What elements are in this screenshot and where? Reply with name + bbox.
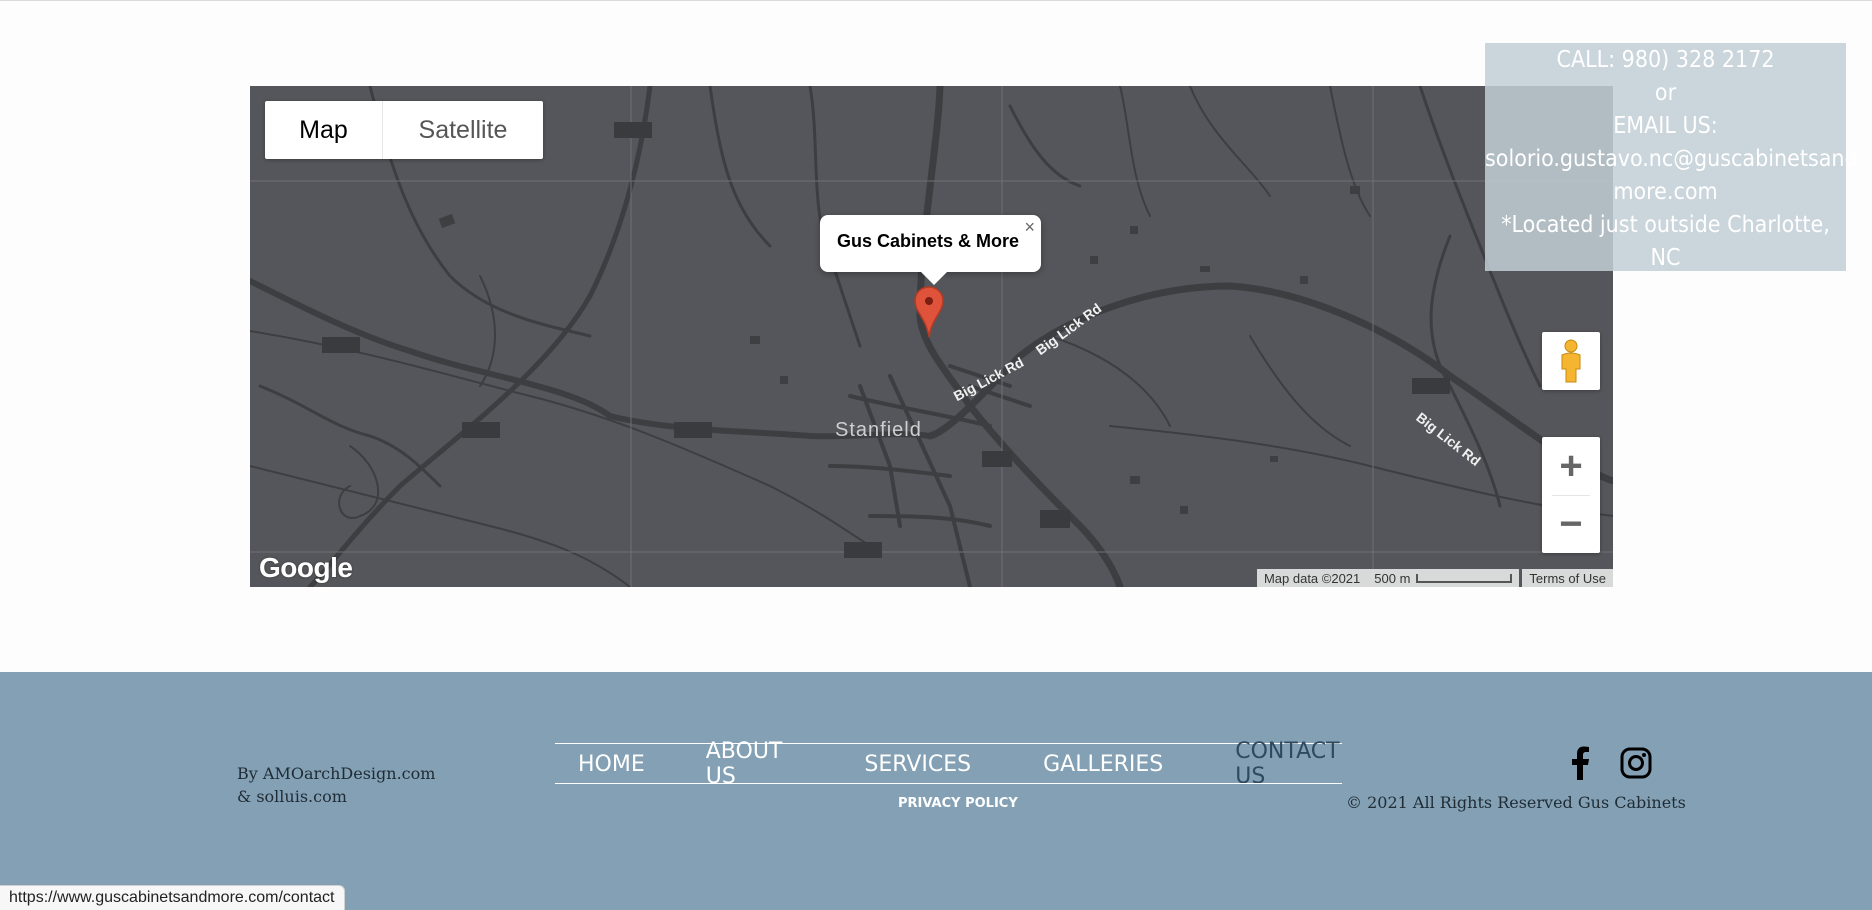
map-data-label: Map data ©2021 [1263,570,1361,586]
map-attribution: Map data ©2021 500 m Terms of Use [1256,569,1613,587]
close-icon[interactable]: × [1024,217,1035,238]
info-window: Gus Cabinets & More × [820,215,1041,285]
phone-text[interactable]: CALL: 980) 328 2172 [1485,44,1846,77]
nav-services[interactable]: SERVICES [864,748,971,780]
facebook-icon [1572,746,1589,780]
facebook-link[interactable] [1563,746,1597,780]
nav-galleries[interactable]: GALLERIES [1043,748,1163,780]
info-window-tail [920,271,948,285]
scale-bar [1416,573,1513,583]
zoom-control: + − [1542,437,1600,553]
map-pin-icon[interactable] [914,286,944,338]
nav-contact-us[interactable]: CONTACT US [1235,739,1343,789]
map-type-control: Map Satellite [265,101,543,159]
zoom-out-button[interactable]: − [1542,495,1600,553]
email-link-line1[interactable]: solorio.gustavo.nc@guscabinetsand [1485,143,1858,176]
credit-link-solluis[interactable]: & solluis.com [237,785,435,808]
terms-of-use-link[interactable]: Terms of Use [1522,569,1613,587]
zoom-divider [1552,495,1590,496]
info-window-title: Gus Cabinets & More [837,231,1020,251]
email-label: EMAIL US: [1613,113,1718,139]
nav-home[interactable]: HOME [578,748,645,780]
site-credits: By AMOarchDesign.com & solluis.com [237,762,435,808]
nav-about-us[interactable]: ABOUT US [706,739,793,789]
place-label-stanfield: Stanfield [835,419,922,441]
footer-nav: HOME ABOUT US SERVICES GALLERIES CONTACT… [556,739,1343,789]
social-links [1563,746,1653,780]
satellite-view-button[interactable]: Satellite [383,101,543,159]
google-logo[interactable]: Google [259,552,353,584]
contact-info-box: CALL: 980) 328 2172 or EMAIL US: solorio… [1485,43,1858,271]
zoom-in-button[interactable]: + [1542,437,1600,495]
or-text: or [1654,80,1677,106]
page: Stanfield Big Lick Rd Big Lick Rd Big Li… [0,0,1872,910]
footer: By AMOarchDesign.com & solluis.com HOME … [0,672,1872,910]
credit-link-amoarch[interactable]: By AMOarchDesign.com [237,762,435,785]
nav-top-line [555,743,1342,744]
google-map[interactable]: Stanfield Big Lick Rd Big Lick Rd Big Li… [250,86,1613,587]
map-data-text[interactable]: Map data ©2021 500 m [1256,569,1520,587]
status-bar-url: https://www.guscabinetsandmore.com/conta… [0,885,345,910]
instagram-link[interactable] [1619,746,1653,780]
pegman-icon [1561,339,1581,383]
map-view-button[interactable]: Map [265,101,383,159]
street-view-button[interactable] [1542,332,1600,390]
instagram-icon [1620,747,1652,779]
copyright-text: © 2021 All Rights Reserved Gus Cabinets [1346,793,1686,812]
email-link-line2[interactable]: more.com [1485,176,1846,209]
top-divider [0,0,1872,1]
privacy-policy-link[interactable]: PRIVACY POLICY [898,796,1018,811]
nav-bottom-line [555,783,1342,784]
scale-label: 500 m [1374,570,1411,586]
location-text: *Located just outside Charlotte, NC [1501,212,1830,271]
